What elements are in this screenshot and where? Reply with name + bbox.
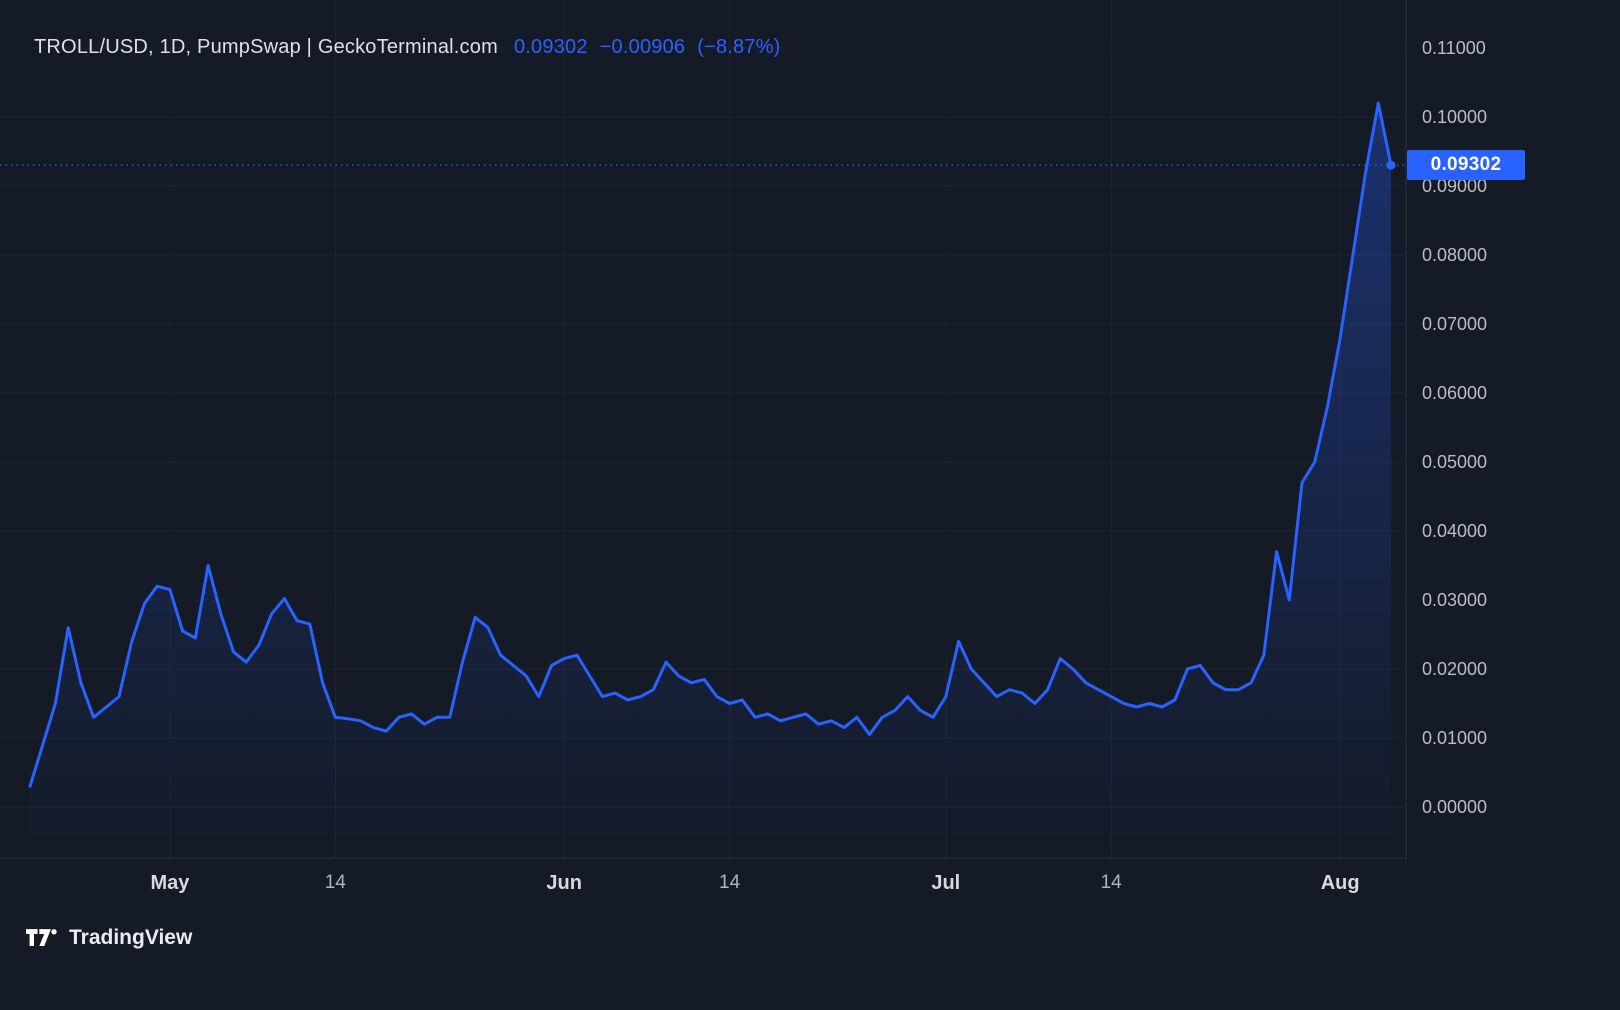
price-change: −0.00906 — [600, 36, 686, 59]
time-tick-label: 14 — [719, 872, 740, 894]
price-tick-label: 0.11000 — [1422, 37, 1486, 59]
price-change-percent: (−8.87%) — [697, 36, 780, 59]
current-price-tag: 0.09302 — [1407, 150, 1525, 180]
price-axis[interactable]: 0.110000.100000.090000.080000.070000.060… — [1406, 0, 1620, 862]
chart-canvas[interactable] — [0, 0, 1410, 862]
time-tick-label: 14 — [325, 872, 346, 894]
tradingview-logo-text: TradingView — [69, 926, 192, 950]
price-tick-label: 0.05000 — [1422, 451, 1487, 473]
price-tick-label: 0.04000 — [1422, 520, 1487, 542]
price-tick-label: 0.01000 — [1422, 727, 1487, 749]
time-tick-label: Jun — [546, 872, 582, 895]
price-tick-label: 0.03000 — [1422, 589, 1487, 611]
time-tick-label: 14 — [1101, 872, 1122, 894]
time-axis[interactable]: May 14 Jun 14 Jul 14 Aug — [0, 858, 1406, 908]
tradingview-logo-icon — [26, 928, 58, 948]
last-price: 0.09302 — [514, 36, 588, 59]
price-tick-label: 0.07000 — [1422, 313, 1487, 335]
time-tick-label: May — [150, 872, 189, 895]
time-tick-label: Aug — [1321, 872, 1360, 895]
tradingview-attribution-link[interactable]: TradingView — [26, 926, 192, 950]
symbol-title: TROLL/USD, 1D, PumpSwap | GeckoTerminal.… — [34, 36, 498, 59]
price-chart[interactable] — [0, 0, 1410, 862]
price-tick-label: 0.08000 — [1422, 244, 1487, 266]
price-tick-label: 0.00000 — [1422, 796, 1487, 818]
time-tick-label: Jul — [931, 872, 960, 895]
chart-legend[interactable]: TROLL/USD, 1D, PumpSwap | GeckoTerminal.… — [34, 36, 781, 59]
price-tick-label: 0.06000 — [1422, 382, 1487, 404]
price-tick-label: 0.10000 — [1422, 106, 1487, 128]
price-tick-label: 0.02000 — [1422, 658, 1487, 680]
price-info: 0.09302 −0.00906 (−8.87%) — [514, 36, 781, 59]
